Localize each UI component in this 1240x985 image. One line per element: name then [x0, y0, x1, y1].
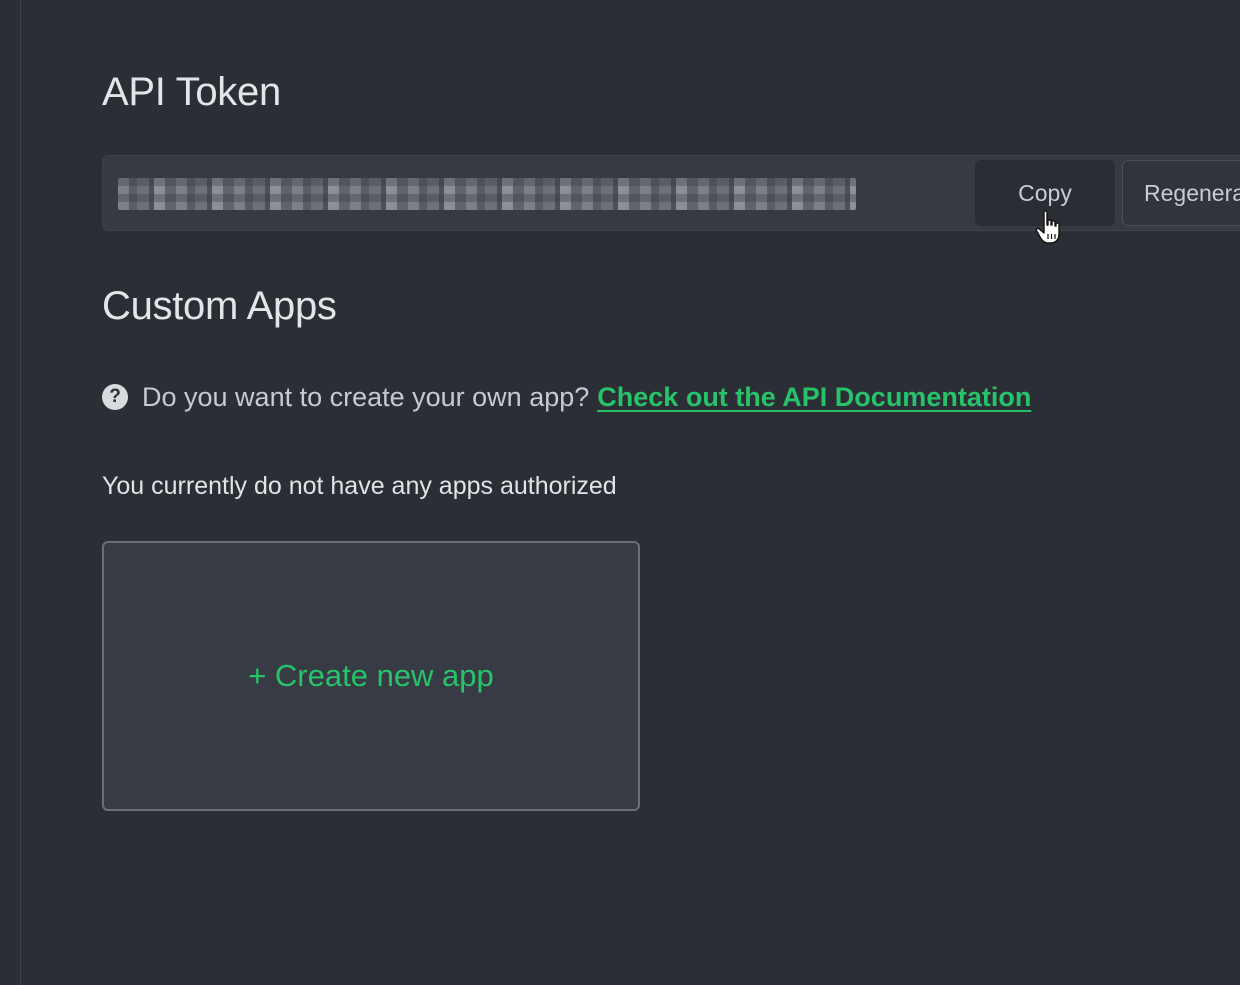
question-circle-icon: ? [102, 384, 128, 410]
help-text: Do you want to create your own app? [142, 381, 590, 412]
regenerate-token-button[interactable]: Regenera [1122, 160, 1240, 226]
create-new-app-card[interactable]: + Create new app [102, 541, 640, 811]
hand-pointer-cursor-icon [1035, 210, 1060, 244]
api-docs-help-line: ? Do you want to create your own app? Ch… [102, 380, 1031, 414]
custom-apps-title: Custom Apps [102, 284, 337, 328]
api-token-title: API Token [102, 70, 281, 114]
left-sidebar-edge [0, 0, 21, 985]
no-apps-message: You currently do not have any apps autho… [102, 472, 617, 500]
settings-content: API Token Copy Regenera Custom Apps ? Do… [102, 0, 1240, 985]
api-token-field[interactable]: Copy Regenera [102, 155, 1240, 231]
redacted-token-value [118, 178, 856, 210]
api-documentation-link[interactable]: Check out the API Documentation [597, 382, 1031, 413]
create-new-app-label: + Create new app [248, 658, 494, 693]
